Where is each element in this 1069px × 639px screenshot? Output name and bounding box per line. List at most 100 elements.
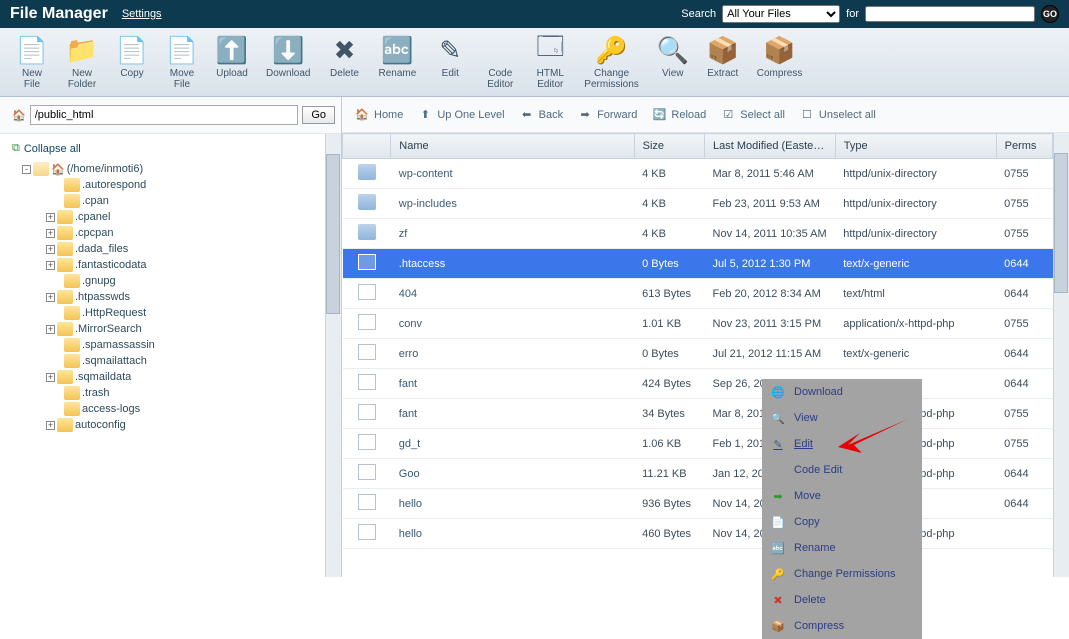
table-row[interactable]: Goo 11.21 KB Jan 12, 2012 2:18 PM applic… xyxy=(343,459,1053,489)
nav-back[interactable]: ⬅Back xyxy=(513,105,569,125)
collapse-all[interactable]: ⧉ Collapse all xyxy=(12,140,321,157)
expander-icon[interactable]: + xyxy=(46,261,55,270)
file-name-cell[interactable]: 404 xyxy=(391,279,634,309)
expander-icon[interactable]: + xyxy=(46,293,55,302)
nav-reload[interactable]: 🔄Reload xyxy=(645,105,712,125)
ctx-move[interactable]: ➡Move xyxy=(762,483,922,509)
ctx-download[interactable]: 🌐Download xyxy=(762,379,922,405)
file-name-cell[interactable]: gd_t xyxy=(391,429,634,459)
col-last[interactable]: Last Modified (Eastern Da xyxy=(705,134,836,159)
tree-item[interactable]: +autoconfig xyxy=(46,417,321,433)
tree-item[interactable]: +.sqmaildata xyxy=(46,369,321,385)
nav-icon: 🏠 xyxy=(354,107,370,123)
file-name-cell[interactable]: fant xyxy=(391,369,634,399)
table-row[interactable]: fant 34 Bytes Mar 8, 2011 11:31 AM appli… xyxy=(343,399,1053,429)
tree-item[interactable]: .spamassassin xyxy=(46,337,321,353)
nav-forward[interactable]: ➡Forward xyxy=(571,105,643,125)
file-name-cell[interactable]: wp-includes xyxy=(391,189,634,219)
table-row[interactable]: hello 936 Bytes Nov 14, 2011 11:07 AM ap… xyxy=(343,489,1053,519)
tree-item[interactable]: +.cpcpan xyxy=(46,225,321,241)
tree-item[interactable]: .HttpRequest xyxy=(46,305,321,321)
file-name-cell[interactable]: Goo xyxy=(391,459,634,489)
col-icon[interactable] xyxy=(343,134,391,159)
tree-item[interactable]: +.cpanel xyxy=(46,209,321,225)
tree-item[interactable]: +.MirrorSearch xyxy=(46,321,321,337)
table-row[interactable]: wp-includes 4 KB Feb 23, 2011 9:53 AM ht… xyxy=(343,189,1053,219)
table-row[interactable]: .htaccess 0 Bytes Jul 5, 2012 1:30 PM te… xyxy=(343,249,1053,279)
toolbar-upload[interactable]: ⬆️Upload xyxy=(208,32,256,92)
file-name-cell[interactable]: fant xyxy=(391,399,634,429)
tree-root[interactable]: - 🏠 (/home/inmoti6) xyxy=(22,161,321,177)
nav-up-one-level[interactable]: ⬆Up One Level xyxy=(411,105,510,125)
table-row[interactable]: 404 613 Bytes Feb 20, 2012 8:34 AM text/… xyxy=(343,279,1053,309)
tree-item[interactable]: access-logs xyxy=(46,401,321,417)
tree-item[interactable]: .gnupg xyxy=(46,273,321,289)
toolbar-extract[interactable]: 📦Extract xyxy=(699,32,747,92)
ctx-compress[interactable]: 📦Compress xyxy=(762,613,922,639)
tree-item[interactable]: .trash xyxy=(46,385,321,401)
table-row[interactable]: gd_t 1.06 KB Feb 1, 2012 9:04 AM applica… xyxy=(343,429,1053,459)
tree-scrollbar[interactable] xyxy=(325,134,341,577)
toolbar-copy[interactable]: 📄Copy xyxy=(108,32,156,92)
toolbar-change-permissions[interactable]: 🔑ChangePermissions xyxy=(576,32,646,92)
table-row[interactable]: conv 1.01 KB Nov 23, 2011 3:15 PM applic… xyxy=(343,309,1053,339)
nav-select-all[interactable]: ☑Select all xyxy=(714,105,791,125)
tree-item[interactable]: .sqmailattach xyxy=(46,353,321,369)
toolbar-new-folder[interactable]: 📁NewFolder xyxy=(58,32,106,92)
files-scrollbar[interactable] xyxy=(1053,133,1069,577)
toolbar-compress[interactable]: 📦Compress xyxy=(749,32,811,92)
search-input[interactable] xyxy=(865,6,1035,22)
toolbar-download[interactable]: ⬇️Download xyxy=(258,32,318,92)
file-name-cell[interactable]: hello xyxy=(391,489,634,519)
expander-icon[interactable]: + xyxy=(46,245,55,254)
toolbar-edit[interactable]: ✎Edit xyxy=(426,32,474,92)
search-scope-select[interactable]: All Your Files xyxy=(722,5,840,23)
tree-item[interactable]: .cpan xyxy=(46,193,321,209)
path-input[interactable] xyxy=(30,105,299,125)
ctx-view[interactable]: 🔍View xyxy=(762,405,922,431)
col-type[interactable]: Type xyxy=(835,134,996,159)
nav-home[interactable]: 🏠Home xyxy=(348,105,409,125)
expander-icon[interactable]: - xyxy=(22,165,31,174)
col-size[interactable]: Size xyxy=(634,134,704,159)
table-row[interactable]: wp-content 4 KB Mar 8, 2011 5:46 AM http… xyxy=(343,159,1053,189)
toolbar-code-editor[interactable]: CodeEditor xyxy=(476,32,524,92)
toolbar-move-file[interactable]: 📄MoveFile xyxy=(158,32,206,92)
file-name-cell[interactable]: zf xyxy=(391,219,634,249)
toolbar-html-editor[interactable]: 🗔HTMLEditor xyxy=(526,32,574,92)
ctx-copy[interactable]: 📄Copy xyxy=(762,509,922,535)
file-name-cell[interactable]: .htaccess xyxy=(391,249,634,279)
ctx-edit[interactable]: ✎Edit xyxy=(762,431,922,457)
nav-unselect-all[interactable]: ☐Unselect all xyxy=(793,105,882,125)
expander-icon[interactable]: + xyxy=(46,325,55,334)
ctx-change-permissions[interactable]: 🔑Change Permissions xyxy=(762,561,922,587)
toolbar-view[interactable]: 🔍View xyxy=(649,32,697,92)
search-go-button[interactable]: GO xyxy=(1041,5,1059,23)
tree-item[interactable]: +.fantasticodata xyxy=(46,257,321,273)
toolbar-delete[interactable]: ✖Delete xyxy=(320,32,368,92)
expander-icon[interactable]: + xyxy=(46,421,55,430)
toolbar-new-file[interactable]: 📄NewFile xyxy=(8,32,56,92)
toolbar-rename[interactable]: 🔤Rename xyxy=(370,32,424,92)
table-row[interactable]: zf 4 KB Nov 14, 2011 10:35 AM httpd/unix… xyxy=(343,219,1053,249)
table-row[interactable]: erro 0 Bytes Jul 21, 2012 11:15 AM text/… xyxy=(343,339,1053,369)
tree-item[interactable]: +.htpasswds xyxy=(46,289,321,305)
path-go-button[interactable]: Go xyxy=(302,106,335,124)
expander-icon[interactable]: + xyxy=(46,213,55,222)
col-perms[interactable]: Perms xyxy=(996,134,1052,159)
settings-link[interactable]: Settings xyxy=(122,8,162,20)
file-name-cell[interactable]: erro xyxy=(391,339,634,369)
table-row[interactable]: fant 424 Bytes Sep 26, 2011 9:38 AM text… xyxy=(343,369,1053,399)
tree-item[interactable]: .autorespond xyxy=(46,177,321,193)
expander-icon[interactable]: + xyxy=(46,373,55,382)
expander-icon[interactable]: + xyxy=(46,229,55,238)
ctx-rename[interactable]: 🔤Rename xyxy=(762,535,922,561)
file-name-cell[interactable]: conv xyxy=(391,309,634,339)
file-name-cell[interactable]: hello xyxy=(391,519,634,549)
ctx-code-edit[interactable]: Code Edit xyxy=(762,457,922,483)
table-row[interactable]: hello 460 Bytes Nov 14, 2011 11:06 appli… xyxy=(343,519,1053,549)
ctx-delete[interactable]: ✖Delete xyxy=(762,587,922,613)
file-name-cell[interactable]: wp-content xyxy=(391,159,634,189)
tree-item[interactable]: +.dada_files xyxy=(46,241,321,257)
col-name[interactable]: Name xyxy=(391,134,634,159)
